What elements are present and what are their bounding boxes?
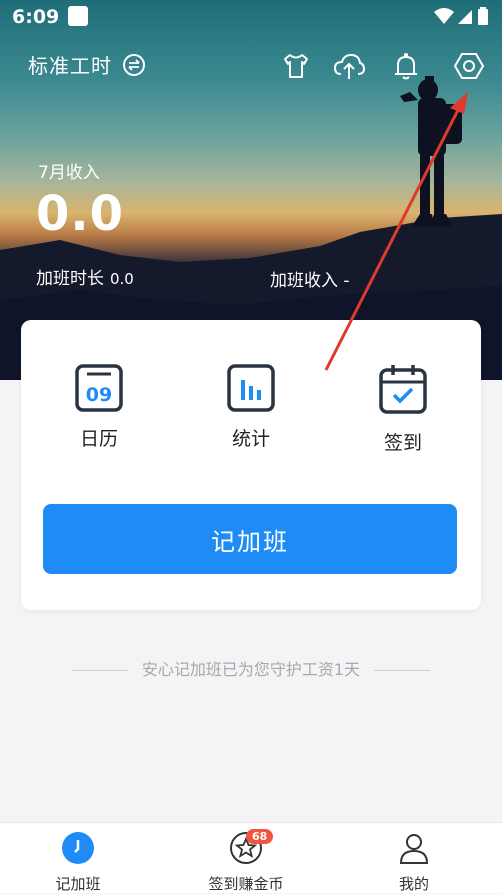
- tab-record-overtime[interactable]: 记加班: [18, 831, 138, 894]
- overtime-income-value: -: [343, 271, 350, 291]
- stats-action[interactable]: 统计: [201, 362, 301, 451]
- month-income-value: 0.0: [36, 186, 125, 242]
- overtime-income: 加班收入 -: [270, 266, 350, 291]
- wifi-icon: [434, 8, 454, 24]
- signal-icon: [458, 10, 472, 24]
- stats-icon: [227, 364, 275, 412]
- slogan-text: 安心记加班已为您守护工资1天: [141, 660, 361, 679]
- calendar-icon: 09: [75, 364, 123, 412]
- battery-icon: [478, 7, 488, 25]
- calendar-action[interactable]: 09 日历: [49, 362, 149, 451]
- bottom-tab-bar: 记加班 68 签到赚金币 我的: [0, 822, 502, 893]
- bell-icon[interactable]: [390, 50, 422, 82]
- tab-label: 我的: [398, 875, 429, 893]
- overtime-income-label: 加班收入: [270, 271, 338, 291]
- overtime-duration-label: 加班时长: [36, 269, 104, 289]
- tab-label: 记加班: [55, 875, 101, 893]
- tab-checkin-coins[interactable]: 68 签到赚金币: [186, 829, 306, 894]
- checkin-action[interactable]: 签到: [353, 362, 453, 455]
- status-time: 6:09: [12, 6, 60, 28]
- svg-text:09: 09: [86, 384, 112, 406]
- overtime-duration: 加班时长 0.0: [36, 264, 134, 289]
- clock-icon: [62, 832, 94, 864]
- slogan: 安心记加班已为您守护工资1天: [0, 656, 502, 680]
- stats-label: 统计: [231, 428, 270, 450]
- shirt-icon[interactable]: [280, 50, 312, 82]
- calendar-label: 日历: [79, 428, 118, 450]
- action-card: 09 日历 统计 签到 记加班: [21, 320, 481, 610]
- notification-icon: [68, 6, 88, 26]
- checkin-icon: [379, 365, 427, 414]
- divider-right: [374, 670, 431, 671]
- tab-label: 签到赚金币: [208, 875, 284, 893]
- checkin-label: 签到: [383, 432, 422, 454]
- cloud-upload-icon[interactable]: [332, 50, 366, 82]
- divider-left: [71, 670, 128, 671]
- status-indicators: [432, 6, 492, 32]
- status-bar: 6:09: [0, 0, 502, 34]
- settings-hexagon-icon[interactable]: [452, 50, 485, 82]
- user-icon: [399, 834, 429, 864]
- record-overtime-button[interactable]: 记加班: [43, 504, 457, 574]
- switch-icon[interactable]: [122, 53, 146, 81]
- month-income-label: 7月收入: [38, 163, 100, 183]
- overtime-duration-value: 0.0: [110, 270, 134, 288]
- work-hours-mode-title[interactable]: 标准工时: [28, 50, 112, 79]
- tab-profile[interactable]: 我的: [354, 831, 474, 894]
- coins-badge: 68: [246, 829, 274, 844]
